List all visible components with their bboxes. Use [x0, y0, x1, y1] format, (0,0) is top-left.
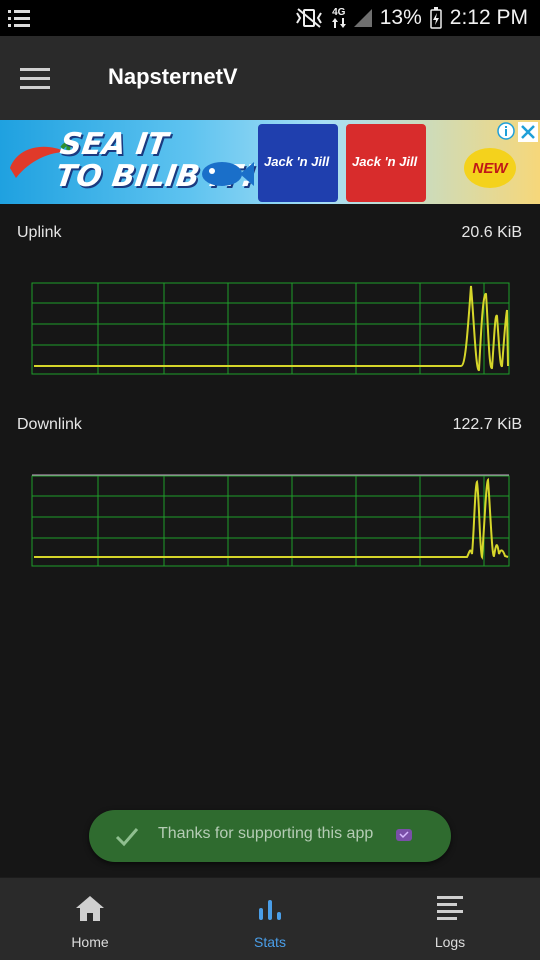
- data-arrows-icon: [331, 18, 346, 28]
- heart-emoji-icon: [396, 829, 412, 841]
- notification-list-icon: [8, 10, 30, 27]
- uplink-graph: [31, 282, 510, 375]
- ad-close-icon[interactable]: [518, 122, 538, 142]
- product-pack: Jack 'n Jill: [258, 124, 338, 202]
- nav-logs[interactable]: Logs: [360, 878, 540, 960]
- fish-icon: [202, 162, 254, 186]
- nav-logs-label: Logs: [434, 934, 466, 950]
- signal-icon: [353, 9, 372, 27]
- bottom-navigation: Home Stats Logs: [0, 877, 540, 960]
- app-bar: NapsternetV: [0, 36, 540, 120]
- uplink-value: 20.6 KiB: [461, 224, 522, 241]
- ad-info-icon[interactable]: [497, 122, 515, 140]
- network-indicator: 4G: [331, 8, 346, 28]
- app-title: NapsternetV: [108, 64, 238, 89]
- nav-stats-label: Stats: [254, 934, 286, 950]
- product-pack: Jack 'n Jill: [346, 124, 426, 202]
- downlink-value: 122.7 KiB: [452, 416, 522, 433]
- list-icon: [437, 896, 463, 920]
- downlink-graph: [31, 474, 510, 567]
- bar-chart-icon: [259, 900, 281, 920]
- battery-charging-icon: [430, 7, 442, 29]
- downlink-label: Downlink: [17, 416, 82, 433]
- toast-message: Thanks for supporting this app: [158, 825, 374, 842]
- new-badge: NEW: [464, 148, 516, 188]
- uplink-label: Uplink: [17, 224, 62, 241]
- nav-home[interactable]: Home: [0, 878, 180, 960]
- toast: Thanks for supporting this app: [89, 810, 451, 862]
- home-icon: [76, 896, 104, 921]
- battery-percent: 13%: [379, 6, 422, 29]
- clock: 2:12 PM: [449, 6, 528, 29]
- vibrate-mute-icon: [295, 8, 322, 28]
- check-icon: [115, 828, 139, 847]
- nav-stats[interactable]: Stats: [180, 878, 360, 960]
- ad-banner[interactable]: SEA IT TO BILIB IT! Jack 'n Jill Jack 'n…: [0, 120, 540, 204]
- menu-icon[interactable]: [14, 58, 56, 98]
- nav-home-label: Home: [71, 934, 109, 950]
- status-bar: 4G 13% 2:12 PM: [0, 0, 540, 36]
